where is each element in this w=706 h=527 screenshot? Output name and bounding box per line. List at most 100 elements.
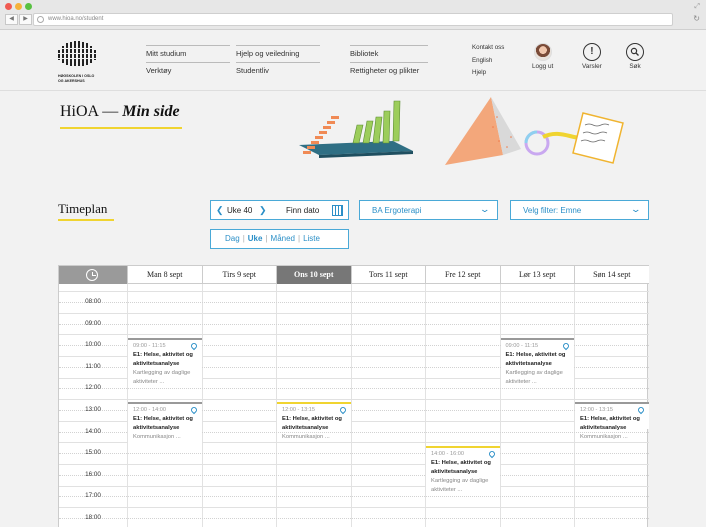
- event-time: 12:00 - 14:00: [133, 407, 166, 414]
- maximize-window-button[interactable]: [25, 3, 32, 10]
- event-time: 14:00 - 16:00: [431, 450, 464, 457]
- grid-line: [59, 474, 649, 476]
- day-column-divider: [201, 284, 203, 527]
- view-liste[interactable]: Liste: [303, 234, 320, 243]
- time-label: 18:00: [85, 514, 101, 521]
- avatar: [533, 43, 552, 61]
- close-window-button[interactable]: [5, 3, 12, 10]
- grid-line: [59, 334, 649, 336]
- utility-links: Kontakt oss English Hjelp: [472, 42, 504, 80]
- timeplan-underline: [58, 219, 114, 221]
- view-separator: |: [298, 234, 301, 243]
- logo-text: HØGSKOLEN I OSLO OG AKERSHUS: [58, 74, 95, 83]
- view-maned[interactable]: Måned: [271, 234, 295, 243]
- hero-illustration: [299, 97, 624, 165]
- minimize-window-button[interactable]: [15, 3, 22, 10]
- chevron-down-icon: ⌄: [630, 204, 642, 214]
- back-button[interactable]: ◀: [5, 14, 18, 25]
- hioa-logo[interactable]: HØGSKOLEN I OSLO OG AKERSHUS: [58, 41, 98, 83]
- day-header[interactable]: Fre 12 sept: [425, 266, 500, 284]
- calendar-event[interactable]: 12:00 - 13:15 E1: Helse, aktivitet og akt…: [575, 402, 649, 440]
- day-header[interactable]: Man 8 sept: [127, 266, 202, 284]
- event-description: Kartlegging av daglige aktiviteter ...: [133, 369, 191, 385]
- grid-line: [59, 399, 649, 401]
- grid-line: [59, 302, 649, 303]
- time-label: 16:00: [85, 470, 101, 478]
- week-navigator: ❮ Uke 40 ❯ Finn dato: [210, 200, 349, 220]
- exclamation-icon: !: [582, 43, 601, 61]
- week-label: Uke 40: [227, 206, 253, 215]
- calendar-event[interactable]: 12:00 - 14:00 E1: Helse, aktivitet og akt…: [128, 402, 202, 446]
- chevron-down-icon: ⌄: [479, 204, 491, 214]
- calendar-event[interactable]: 09:00 - 11:15 E1: Helse, aktivitet og akt…: [128, 337, 202, 387]
- event-title: E1: Helse, aktivitet og aktivitetsanalys…: [133, 351, 193, 367]
- filter-select-value: Velg filter: Emne: [523, 206, 582, 215]
- day-header[interactable]: Søn 14 sept: [574, 266, 649, 284]
- view-separator: |: [242, 234, 245, 243]
- clock-icon: [86, 269, 98, 281]
- calendar-icon[interactable]: [332, 205, 343, 216]
- view-switcher: Dag | Uke | Måned | Liste: [210, 229, 349, 249]
- globe-icon: [37, 16, 44, 23]
- event-description: Kommunikasjon ...: [282, 434, 330, 441]
- grid-line: [59, 518, 649, 519]
- day-column-divider: [425, 284, 426, 527]
- time-column-header: [59, 266, 127, 284]
- calendar-event[interactable]: 14:00 - 16:00 E1: Helse, aktivitet og akt…: [426, 445, 500, 493]
- day-header[interactable]: Ons 10 sept: [276, 266, 351, 284]
- search-button[interactable]: Søk: [626, 43, 644, 70]
- english-link[interactable]: English: [472, 55, 504, 68]
- nav-column-1: Mitt studium Verktøy: [146, 45, 230, 79]
- day-header[interactable]: Lør 13 sept: [499, 266, 575, 284]
- event-description: Kartlegging av daglige aktiviteter ...: [431, 477, 489, 493]
- event-time: 09:00 - 11:15: [133, 342, 166, 349]
- event-time: 12:00 - 13:15: [282, 407, 315, 414]
- nav-bibliotek[interactable]: Bibliotek: [350, 46, 428, 63]
- url-text: www.hioa.no/student: [48, 16, 104, 22]
- prev-week-button[interactable]: ❮: [216, 205, 224, 216]
- grid-line: [59, 464, 649, 465]
- nav-mitt-studium[interactable]: Mitt studium: [146, 46, 230, 63]
- nav-column-2: Hjelp og veiledning Studentliv: [236, 45, 320, 79]
- event-title: E1: Helse, aktivitet og aktivitetsanalys…: [133, 416, 193, 432]
- page-title-main: HiOA —: [60, 103, 119, 120]
- calendar-event[interactable]: 12:00 - 13:15 E1: Helse, aktivitet og akt…: [277, 402, 351, 440]
- find-date-label[interactable]: Finn dato: [286, 206, 319, 215]
- day-header[interactable]: Tirs 9 sept: [201, 266, 277, 284]
- event-description: Kommunikasjon ...: [580, 434, 628, 441]
- event-time: 09:00 - 11:15: [505, 342, 539, 349]
- browser-chrome: ⤢ ◀ ▶ www.hioa.no/student ↻: [0, 0, 706, 30]
- nav-verktoy[interactable]: Verktøy: [146, 63, 230, 79]
- grid-line: [59, 388, 649, 390]
- address-bar[interactable]: www.hioa.no/student: [33, 13, 673, 26]
- event-title: E1: Helse, aktivitet og aktivitetsanalys…: [580, 416, 640, 432]
- time-label: 15:00: [85, 449, 101, 457]
- time-label: 09:00: [85, 319, 101, 327]
- nav-studentliv[interactable]: Studentliv: [236, 63, 320, 79]
- filter-select[interactable]: Velg filter: Emne ⌄: [510, 200, 649, 220]
- week-calendar: Man 8 sept Tirs 9 sept Ons 10 sept Tors 11 …: [58, 265, 649, 527]
- logout-button[interactable]: Logg ut: [532, 43, 553, 70]
- next-week-button[interactable]: ❯: [259, 205, 267, 216]
- contact-link[interactable]: Kontakt oss: [472, 42, 504, 55]
- grid-line: [59, 507, 649, 509]
- fullscreen-icon[interactable]: ⤢: [694, 3, 700, 11]
- event-description: Kartlegging av daglige aktiviteter ...: [505, 369, 563, 385]
- nav-rettigheter-og-plikter[interactable]: Rettigheter og plikter: [350, 63, 428, 79]
- time-label: 10:00: [85, 341, 101, 349]
- calendar-event[interactable]: 09:00 - 11:15 E1: Helse, aktivitet og akt…: [500, 337, 574, 387]
- site-header: HØGSKOLEN I OSLO OG AKERSHUS Mitt studiu…: [0, 31, 706, 91]
- program-select[interactable]: BA Ergoterapi ⌄: [359, 200, 498, 220]
- forward-button[interactable]: ▶: [19, 14, 32, 25]
- day-header[interactable]: Tors 11 sept: [350, 266, 426, 284]
- help-link[interactable]: Hjelp: [472, 67, 504, 80]
- nav-hjelp-og-veiledning[interactable]: Hjelp og veiledning: [236, 46, 320, 63]
- view-uke[interactable]: Uke: [248, 234, 263, 243]
- day-column-divider: [350, 284, 352, 527]
- alerts-button[interactable]: ! Varsler: [582, 43, 602, 70]
- time-label: 17:00: [85, 492, 101, 500]
- time-label: 08:00: [85, 298, 101, 305]
- logo-mark-icon: [58, 41, 98, 66]
- view-dag[interactable]: Dag: [225, 234, 240, 243]
- reload-icon[interactable]: ↻: [693, 14, 700, 23]
